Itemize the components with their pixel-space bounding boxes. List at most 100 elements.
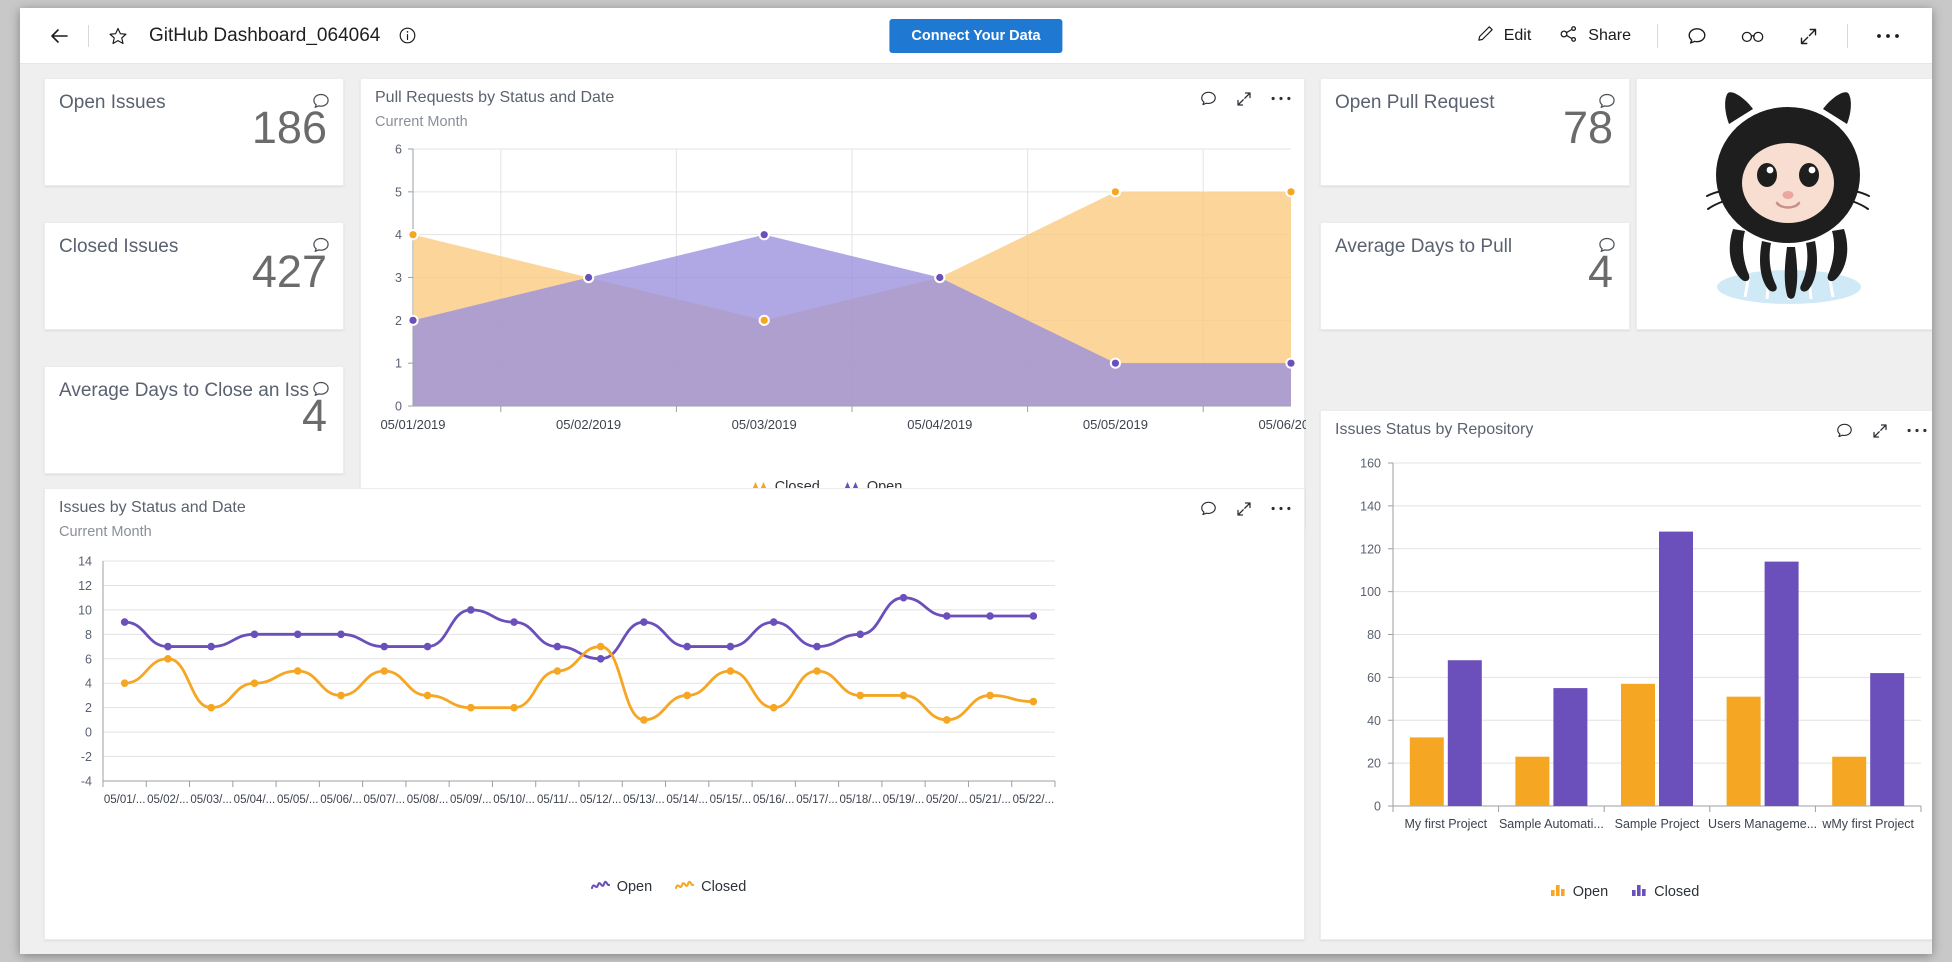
svg-text:0: 0 — [395, 400, 402, 414]
divider — [1847, 24, 1848, 48]
more-horizontal-icon[interactable] — [1270, 505, 1292, 512]
expand-icon[interactable] — [1235, 90, 1253, 108]
data-point — [769, 703, 778, 712]
bar-open — [1409, 737, 1444, 806]
legend-label: Open — [616, 879, 653, 895]
bar-closed — [1764, 561, 1799, 806]
bar-closed — [1659, 531, 1693, 806]
data-point — [207, 642, 215, 651]
svg-text:05/12/...: 05/12/... — [580, 794, 622, 806]
svg-text:05/03/...: 05/03/... — [190, 794, 232, 806]
svg-text:12: 12 — [78, 579, 92, 593]
svg-text:05/06/...: 05/06/... — [320, 794, 362, 806]
kpi-title: Closed Issues — [59, 236, 179, 257]
kpi-value: 78 — [1562, 102, 1613, 153]
svg-text:05/08/...: 05/08/... — [407, 794, 449, 806]
kpi-value: 186 — [251, 102, 327, 153]
comment-icon[interactable] — [1199, 499, 1218, 518]
svg-text:05/17/...: 05/17/... — [796, 794, 838, 806]
share-button[interactable]: Share — [1547, 18, 1643, 55]
svg-text:05/01/...: 05/01/... — [104, 794, 146, 806]
kpi-card-closed-issues[interactable]: Closed Issues 427 — [44, 222, 344, 330]
comment-icon[interactable] — [1835, 421, 1854, 440]
bar-closed — [1870, 673, 1905, 806]
data-point — [856, 630, 865, 639]
svg-text:1: 1 — [395, 357, 402, 371]
panel-subtitle: Current Month — [59, 524, 152, 540]
expand-icon[interactable] — [1871, 422, 1889, 440]
more-horizontal-icon[interactable] — [1270, 95, 1292, 102]
glasses-icon[interactable] — [1726, 20, 1780, 52]
edit-button[interactable]: Edit — [1464, 18, 1544, 54]
svg-text:4: 4 — [85, 677, 92, 691]
star-icon[interactable] — [101, 19, 135, 53]
expand-icon[interactable] — [1784, 20, 1833, 53]
data-point — [856, 691, 865, 700]
bar-closed — [1447, 660, 1482, 806]
connect-your-data-button[interactable]: Connect Your Data — [889, 18, 1063, 53]
data-point — [943, 716, 951, 724]
panel-github-logo — [1636, 78, 1932, 330]
panel-issues-status-by-repository: Issues Status by Repository 0 20 40 60 8… — [1320, 410, 1932, 940]
legend-item-open[interactable]: Open — [1550, 883, 1608, 900]
svg-text:05/15/...: 05/15/... — [710, 794, 752, 806]
data-point — [293, 630, 302, 639]
legend-item-closed[interactable]: Closed — [675, 879, 746, 895]
arrow-left-icon[interactable] — [42, 19, 76, 53]
data-point — [337, 630, 345, 639]
kpi-value: 427 — [251, 246, 327, 297]
edit-label: Edit — [1503, 27, 1532, 44]
data-point — [1029, 697, 1038, 706]
legend-label: Closed — [701, 879, 747, 895]
dashboard-canvas: Open Issues 186 Closed Issues 427 Averag… — [20, 64, 1932, 954]
expand-icon[interactable] — [1235, 500, 1253, 518]
divider — [1657, 24, 1658, 48]
kpi-card-average-days-to-pull[interactable]: Average Days to Pull 4 — [1320, 222, 1630, 330]
kpi-card-average-days-to-close[interactable]: Average Days to Close an Iss 4 — [44, 366, 344, 474]
svg-text:-2: -2 — [81, 750, 92, 764]
data-point — [726, 667, 735, 675]
top-bar-actions: Edit Share — [1464, 8, 1914, 64]
svg-text:3: 3 — [395, 271, 402, 285]
pull-requests-area-chart[interactable]: 0 1 2 3 4 5 6 05/01/2019 05/02/2019 05/03/2019 05/… — [361, 141, 1306, 471]
bar-closed — [1553, 688, 1588, 806]
data-point — [596, 654, 605, 663]
issues-line-chart[interactable]: -4 -2 0 2 4 6 8 10 12 14 05/01/... 05/02/... 05/03/.… — [45, 551, 1306, 861]
data-point — [943, 612, 951, 620]
data-point — [1111, 359, 1119, 367]
svg-text:05/09/...: 05/09/... — [450, 794, 492, 806]
legend-label: Closed — [1654, 883, 1700, 900]
svg-text:14: 14 — [78, 555, 92, 569]
data-point — [986, 612, 994, 620]
legend-item-open[interactable]: Open — [590, 879, 653, 895]
legend-swatch-icon — [1550, 883, 1566, 900]
info-icon[interactable] — [390, 19, 424, 53]
data-point — [986, 691, 994, 700]
more-horizontal-icon[interactable] — [1862, 26, 1914, 46]
legend-swatch-icon — [675, 879, 695, 895]
svg-text:Sample Automati...: Sample Automati... — [1499, 817, 1604, 831]
svg-text:My first Project: My first Project — [1404, 817, 1487, 831]
kpi-card-open-pull-request[interactable]: Open Pull Request 78 — [1320, 78, 1630, 186]
data-point — [1029, 612, 1038, 620]
comment-icon[interactable] — [1199, 89, 1218, 108]
svg-text:05/18/...: 05/18/... — [839, 794, 881, 806]
data-point — [596, 642, 605, 651]
top-bar: GitHub Dashboard_064064 Connect Your Dat… — [20, 8, 1932, 64]
svg-text:5: 5 — [395, 185, 402, 199]
data-point — [409, 231, 417, 239]
legend-label: Open — [1572, 883, 1609, 900]
legend-item-closed[interactable]: Closed — [1631, 883, 1699, 900]
svg-text:05/04/2019: 05/04/2019 — [907, 417, 972, 432]
kpi-card-open-issues[interactable]: Open Issues 186 — [44, 78, 344, 186]
data-point — [553, 642, 562, 651]
svg-text:05/20/...: 05/20/... — [926, 794, 968, 806]
more-horizontal-icon[interactable] — [1906, 427, 1928, 434]
kpi-title: Open Issues — [59, 92, 166, 113]
comment-icon[interactable] — [1672, 19, 1722, 53]
data-point — [769, 618, 778, 626]
legend-swatch-icon — [1631, 883, 1647, 900]
issues-repository-bar-chart[interactable]: 0 20 40 60 80 100 120 140 160 My first Project Sam… — [1321, 451, 1932, 871]
legend-swatch-icon — [590, 879, 610, 895]
data-point — [726, 642, 735, 651]
